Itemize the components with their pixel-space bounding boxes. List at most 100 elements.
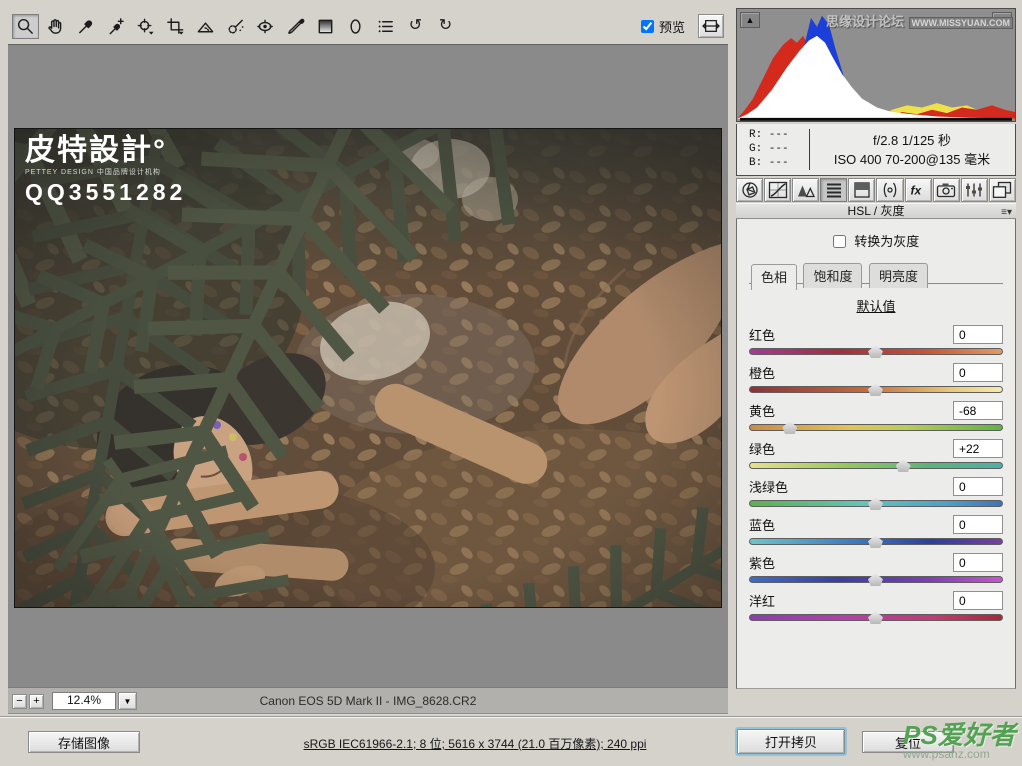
tab-detail[interactable] — [792, 178, 819, 202]
photo-preview[interactable]: 皮特設計° PETTEY DESIGN 中国品牌设计机构 QQ3551282 — [14, 128, 722, 608]
spot-removal-tool-button[interactable] — [222, 14, 249, 39]
subtab-luminance[interactable]: 明亮度 — [869, 263, 928, 288]
crop-tool-icon — [166, 17, 185, 36]
graduated-filter-button[interactable] — [312, 14, 339, 39]
slider-track-green[interactable] — [749, 462, 1003, 469]
lens-corrections-tab-icon — [879, 181, 901, 199]
slider-value-yellow[interactable] — [953, 401, 1003, 420]
tab-basic[interactable] — [736, 178, 763, 202]
hsl-slider-orange: 橙色 — [749, 363, 1003, 393]
zoom-out-button[interactable]: − — [12, 694, 27, 709]
slider-value-aqua[interactable] — [953, 477, 1003, 496]
tab-tone-curve[interactable] — [764, 178, 791, 202]
graduated-filter-icon — [316, 17, 335, 36]
toggle-fullscreen-icon — [702, 18, 720, 34]
zoom-level-field[interactable]: 12.4% — [52, 692, 116, 710]
toolbar: ↺ ↻ 预览 — [8, 10, 728, 42]
shadow-clipping-icon: ▲ — [746, 16, 755, 25]
slider-thumb-red[interactable] — [868, 345, 883, 358]
zoom-level-dropdown[interactable]: ▼ — [118, 692, 137, 710]
default-values-link[interactable]: 默认值 — [749, 296, 1003, 315]
straighten-tool-button[interactable] — [192, 14, 219, 39]
slider-thumb-orange[interactable] — [868, 383, 883, 396]
slider-track-orange[interactable] — [749, 386, 1003, 393]
zoom-tool-button[interactable] — [12, 14, 39, 39]
rotate-ccw-button[interactable]: ↺ — [402, 14, 429, 39]
hand-tool-button[interactable] — [42, 14, 69, 39]
shadow-clipping-indicator[interactable]: ▲ — [740, 12, 760, 28]
slider-thumb-magenta[interactable] — [868, 611, 883, 624]
photo-brand-subtext: PETTEY DESIGN 中国品牌设计机构 — [25, 167, 186, 177]
slider-track-red[interactable] — [749, 348, 1003, 355]
subtab-hue[interactable]: 色相 — [751, 264, 797, 290]
slider-label-blue: 蓝色 — [749, 515, 775, 534]
slider-thumb-purple[interactable] — [868, 573, 883, 586]
straighten-tool-icon — [196, 17, 215, 36]
slider-thumb-yellow[interactable] — [782, 421, 797, 434]
tab-snapshots[interactable] — [989, 178, 1016, 202]
adjustment-brush-icon — [286, 17, 305, 36]
red-eye-tool-button[interactable] — [252, 14, 279, 39]
slider-value-red[interactable] — [953, 325, 1003, 344]
zoom-in-button[interactable]: + — [29, 694, 44, 709]
slider-track-purple[interactable] — [749, 576, 1003, 583]
zoom-tool-icon — [16, 17, 35, 36]
tab-effects[interactable] — [905, 178, 932, 202]
convert-to-grayscale-label: 转换为灰度 — [854, 234, 919, 249]
slider-thumb-blue[interactable] — [868, 535, 883, 548]
tab-lens-corrections[interactable] — [876, 178, 903, 202]
save-image-button[interactable]: 存储图像 — [28, 731, 140, 753]
hsl-slider-green: 绿色 — [749, 439, 1003, 469]
slider-value-orange[interactable] — [953, 363, 1003, 382]
slider-label-yellow: 黄色 — [749, 401, 775, 420]
open-copy-button[interactable]: 打开拷贝 — [737, 729, 845, 754]
convert-to-grayscale-checkbox[interactable] — [833, 235, 846, 248]
rotate-cw-button[interactable]: ↻ — [432, 14, 459, 39]
crop-tool-button[interactable] — [162, 14, 189, 39]
slider-track-magenta[interactable] — [749, 614, 1003, 621]
tab-presets[interactable] — [961, 178, 988, 202]
color-sampler-icon — [106, 17, 125, 36]
slider-thumb-green[interactable] — [896, 459, 911, 472]
slider-value-magenta[interactable] — [953, 591, 1003, 610]
preferences-button[interactable] — [372, 14, 399, 39]
tab-split-toning[interactable] — [848, 178, 875, 202]
slider-track-aqua[interactable] — [749, 500, 1003, 507]
tone-curve-tab-icon — [767, 181, 789, 199]
slider-thumb-aqua[interactable] — [868, 497, 883, 510]
slider-label-orange: 橙色 — [749, 363, 775, 382]
toggle-fullscreen-button[interactable] — [698, 14, 724, 38]
white-balance-tool-button[interactable] — [72, 14, 99, 39]
slider-label-aqua: 浅绿色 — [749, 477, 788, 496]
workflow-options-link[interactable]: sRGB IEC61966-2.1; 8 位; 5616 x 3744 (21.… — [260, 735, 690, 752]
radial-filter-icon — [346, 17, 365, 36]
color-sampler-tool-button[interactable] — [102, 14, 129, 39]
subtab-saturation[interactable]: 饱和度 — [803, 263, 862, 288]
slider-label-green: 绿色 — [749, 439, 775, 458]
tab-camera-calibration[interactable] — [933, 178, 960, 202]
hand-tool-icon — [46, 17, 65, 36]
panel-menu-icon[interactable]: ≡▾ — [1001, 205, 1012, 220]
image-canvas-area[interactable]: 皮特設計° PETTEY DESIGN 中国品牌设计机构 QQ3551282 — [8, 44, 728, 687]
slider-value-green[interactable] — [953, 439, 1003, 458]
preview-checkbox[interactable] — [641, 20, 654, 33]
adjustment-brush-button[interactable] — [282, 14, 309, 39]
rgb-g-readout: G: --- — [749, 142, 789, 156]
histogram-watermark-title: 思缘设计论坛 — [826, 14, 904, 29]
slider-track-yellow[interactable] — [749, 424, 1003, 431]
slider-track-blue[interactable] — [749, 538, 1003, 545]
slider-value-blue[interactable] — [953, 515, 1003, 534]
site-watermark-title: PS爱好者 — [903, 722, 1016, 748]
red-eye-removal-icon — [256, 17, 275, 36]
tab-hsl-grayscale[interactable] — [820, 178, 847, 202]
panel-title-bar: HSL / 灰度 ≡▾ — [736, 203, 1016, 219]
histogram-panel: ▲ ▲ 思缘设计论坛 WWW.MISSYUAN.COM — [736, 8, 1016, 122]
footer-divider — [0, 716, 1022, 718]
hsl-pane: 转换为灰度 色相 饱和度 明亮度 默认值 红色 橙色 黄色 绿色 浅绿色 蓝色 … — [736, 219, 1016, 689]
targeted-adjustment-icon — [136, 17, 155, 36]
hsl-slider-purple: 紫色 — [749, 553, 1003, 583]
radial-filter-button[interactable] — [342, 14, 369, 39]
histogram-watermark-url: WWW.MISSYUAN.COM — [909, 17, 1014, 29]
slider-value-purple[interactable] — [953, 553, 1003, 572]
targeted-adjustment-tool-button[interactable] — [132, 14, 159, 39]
